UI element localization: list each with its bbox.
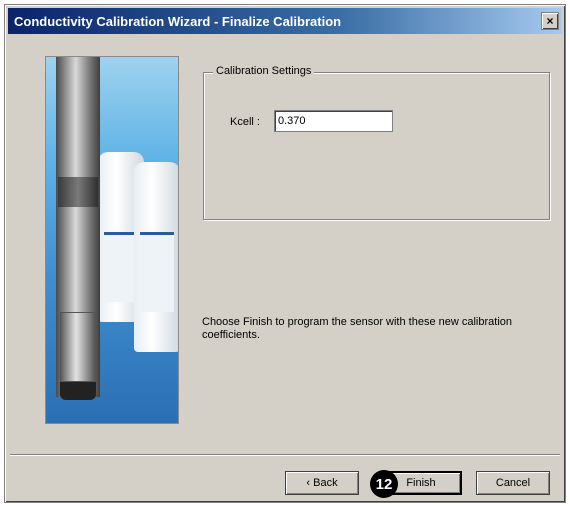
separator	[10, 454, 560, 456]
kcell-label: Kcell :	[230, 116, 260, 128]
cancel-button[interactable]: Cancel	[476, 471, 550, 495]
title-bar: Conductivity Calibration Wizard - Finali…	[8, 8, 562, 34]
callout-number-badge: 12	[370, 470, 398, 498]
sensor-image	[45, 56, 179, 424]
instructions-text: Choose Finish to program the sensor with…	[202, 316, 512, 341]
close-icon[interactable]: ×	[541, 12, 559, 30]
window-title: Conductivity Calibration Wizard - Finali…	[14, 13, 342, 29]
group-label: Calibration Settings	[213, 65, 315, 77]
back-button[interactable]: ‹ Back	[285, 471, 359, 495]
kcell-input[interactable]	[274, 110, 393, 132]
bottle-right	[134, 162, 178, 352]
calibration-settings-group: Calibration Settings	[203, 65, 550, 220]
